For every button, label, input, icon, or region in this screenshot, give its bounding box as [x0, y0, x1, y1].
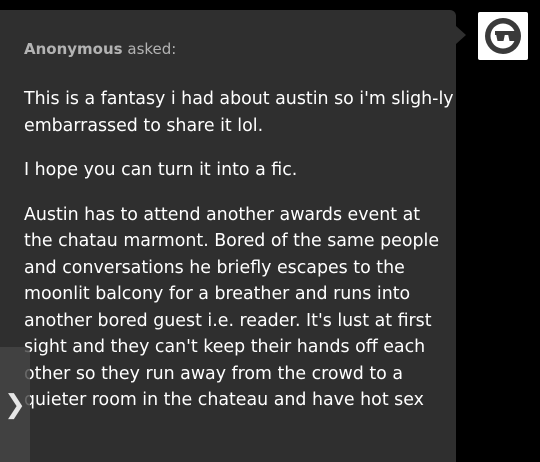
ask-bubble: Anonymous asked: This is a fantasy i had…: [0, 10, 456, 462]
sunglasses-face-icon: [485, 18, 521, 54]
question-paragraph: Austin has to attend another awards even…: [24, 204, 440, 411]
asker-name[interactable]: Anonymous: [24, 40, 123, 58]
chevron-right-icon: ❯: [4, 389, 26, 420]
ask-question: This is a fantasy i had about austin so …: [24, 86, 454, 432]
question-paragraph: This is a fantasy i had about austin so …: [24, 89, 454, 136]
avatar[interactable]: [478, 12, 528, 60]
question-paragraph: I hope you can turn it into a fic.: [24, 160, 298, 180]
expand-tab[interactable]: ❯: [0, 347, 30, 462]
asked-label: asked:: [127, 40, 177, 58]
asker-line: Anonymous asked:: [24, 40, 176, 58]
bubble-tail: [456, 26, 466, 44]
